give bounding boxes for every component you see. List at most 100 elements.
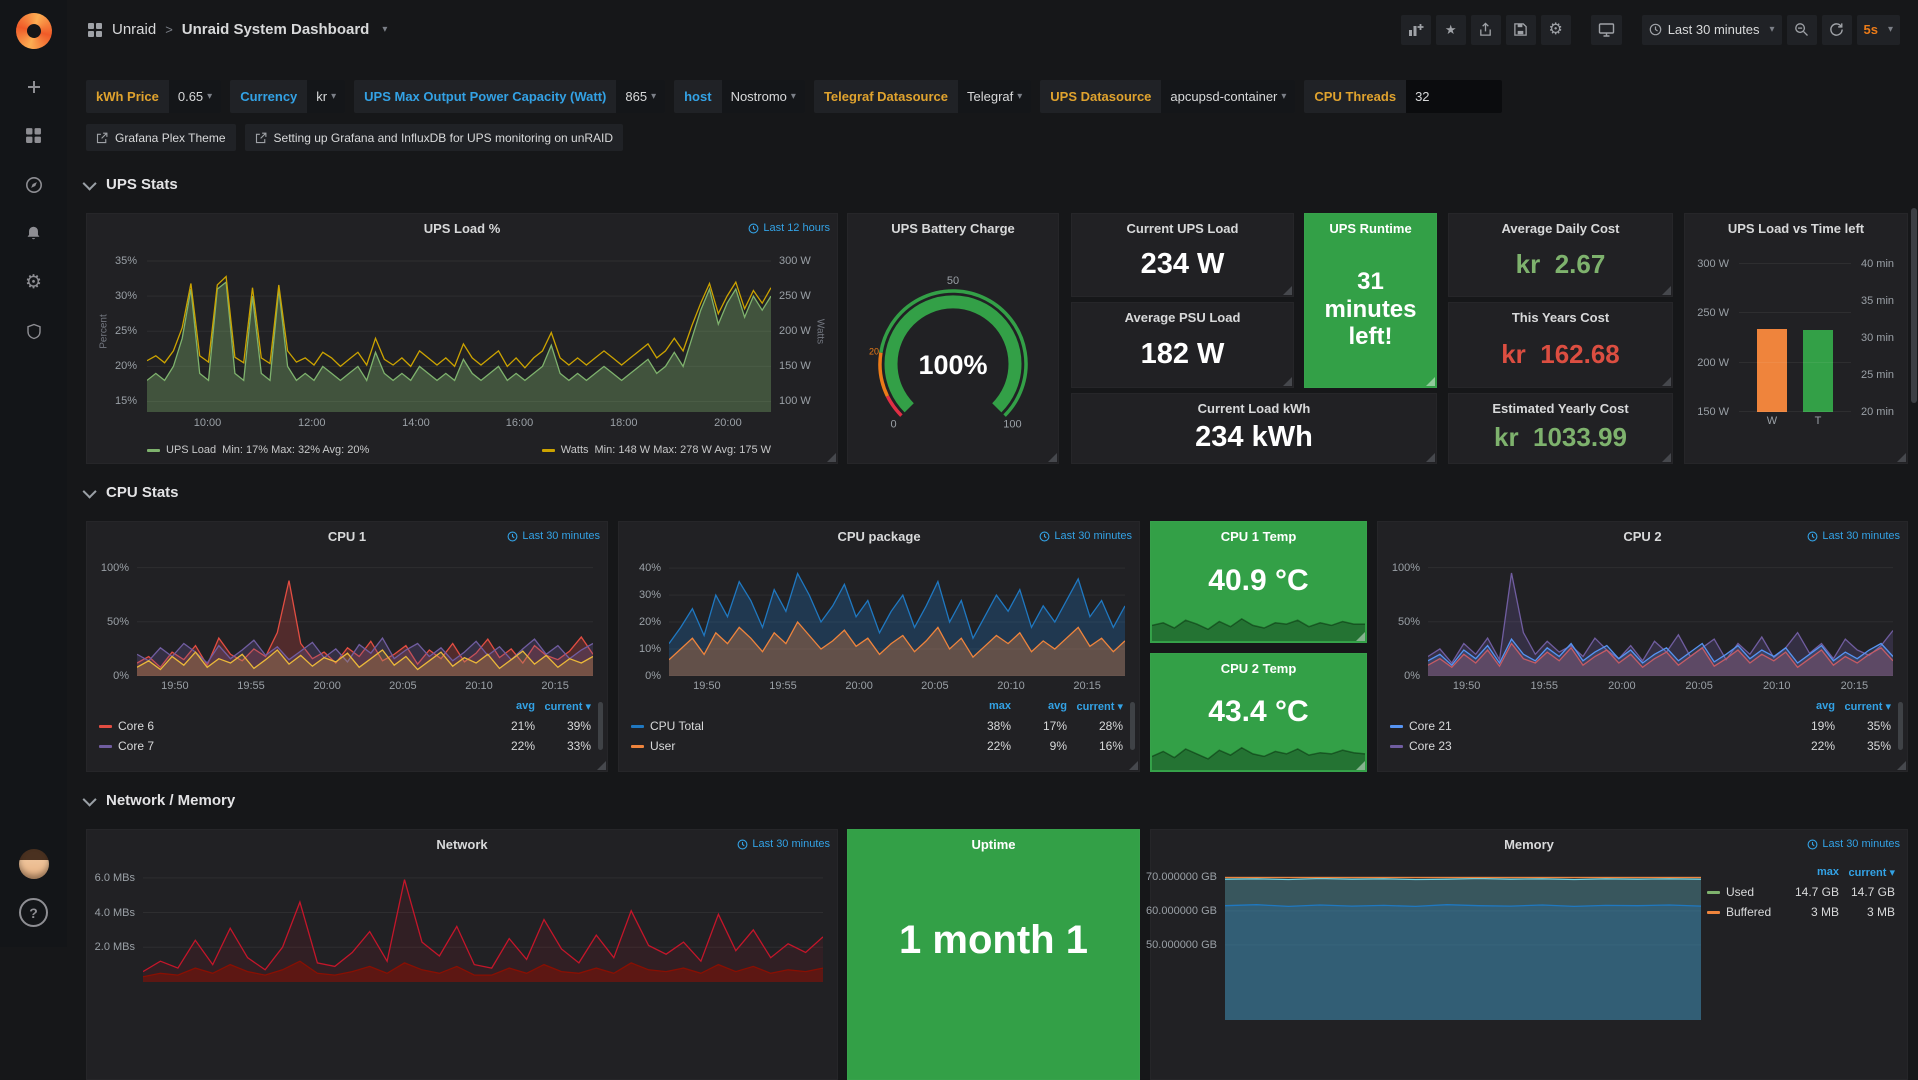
legend-item-ups-load[interactable]: UPS LoadMin: 17% Max: 32% Avg: 20%	[147, 444, 369, 456]
legend-series-cpu-total[interactable]: CPU Total	[631, 719, 955, 733]
dashboard-link[interactable]: Setting up Grafana and InfluxDB for UPS …	[245, 124, 624, 151]
legend-series-core-21[interactable]: Core 21	[1390, 719, 1779, 733]
panel-time-range[interactable]: Last 12 hours	[748, 222, 830, 234]
grafana-logo[interactable]	[0, 0, 67, 62]
resize-handle[interactable]	[1897, 453, 1906, 462]
legend-series-buffered[interactable]: Buffered	[1707, 905, 1783, 919]
resize-handle[interactable]	[597, 761, 606, 770]
legend-scrollbar[interactable]	[1898, 702, 1903, 750]
panel-time-range[interactable]: Last 30 minutes	[507, 530, 600, 542]
legend-series-user[interactable]: User	[631, 739, 955, 753]
user-avatar[interactable]	[0, 839, 67, 888]
bar-W[interactable]	[1757, 329, 1787, 412]
panel-title[interactable]: CPU 1 Temp	[1181, 529, 1336, 544]
panel-title[interactable]: Current Load kWh	[1102, 401, 1406, 416]
panel-time-range[interactable]: Last 30 minutes	[737, 838, 830, 850]
legend-sort-max[interactable]: max	[955, 700, 1011, 713]
page-scrollbar[interactable]	[1911, 208, 1917, 403]
variable-value[interactable]: 0.65▾	[169, 80, 221, 113]
refresh-button[interactable]	[1822, 15, 1852, 45]
legend-item-watts[interactable]: WattsMin: 148 W Max: 278 W Avg: 175 W	[542, 444, 771, 456]
sidebar-item-server-admin[interactable]	[0, 307, 67, 356]
resize-handle[interactable]	[1129, 761, 1138, 770]
section-cpu-stats[interactable]: CPU Stats	[86, 484, 179, 501]
panel-time-range[interactable]: Last 30 minutes	[1039, 530, 1132, 542]
resize-handle[interactable]	[1283, 377, 1292, 386]
sidebar-item-configuration[interactable]: ⚙	[0, 258, 67, 307]
panel-title[interactable]: Uptime	[878, 837, 1109, 852]
create-icon[interactable]	[0, 62, 67, 111]
legend-sort-current[interactable]: current ▾	[1067, 700, 1123, 713]
variable-host[interactable]: hostNostromo▾	[674, 80, 805, 113]
resize-handle[interactable]	[1662, 286, 1671, 295]
chart-plot[interactable]	[1225, 870, 1701, 1020]
panel-title[interactable]: UPS Load %	[117, 221, 807, 236]
variable-value[interactable]: apcupsd-container▾	[1161, 80, 1295, 113]
sidebar-item-alerting[interactable]	[0, 209, 67, 258]
legend-sort-avg[interactable]: avg	[479, 700, 535, 713]
variable-value[interactable]: 865▾	[616, 80, 665, 113]
gauge[interactable]: 05010020100%	[849, 246, 1057, 433]
variable-currency[interactable]: Currencykr▾	[230, 80, 345, 113]
resize-handle[interactable]	[1897, 761, 1906, 770]
sidebar-item-explore[interactable]	[0, 160, 67, 209]
resize-handle[interactable]	[1426, 453, 1435, 462]
chart-plot[interactable]	[137, 560, 593, 676]
legend-sort-avg[interactable]: avg	[1011, 700, 1067, 713]
legend-sort-max[interactable]: max	[1783, 866, 1839, 879]
panel-time-range[interactable]: Last 30 minutes	[1807, 530, 1900, 542]
legend-series-core-7[interactable]: Core 7	[99, 739, 479, 753]
breadcrumb-root[interactable]: Unraid	[112, 21, 156, 38]
panel-title[interactable]: UPS Load vs Time left	[1715, 221, 1877, 236]
variable-value[interactable]: Nostromo▾	[722, 80, 805, 113]
variable-ups-max-output-power-capacity-watt-[interactable]: UPS Max Output Power Capacity (Watt)865▾	[354, 80, 665, 113]
panel-title[interactable]: UPS Battery Charge	[878, 221, 1028, 236]
legend-sort-current[interactable]: current ▾	[535, 700, 591, 713]
sidebar-item-dashboards[interactable]	[0, 111, 67, 160]
legend-scrollbar[interactable]	[1130, 702, 1135, 750]
resize-handle[interactable]	[1662, 377, 1671, 386]
legend-series-core-6[interactable]: Core 6	[99, 719, 479, 733]
section-network-memory[interactable]: Network / Memory	[86, 792, 235, 809]
chevron-down-icon[interactable]: ▾	[382, 24, 387, 35]
legend-scrollbar[interactable]	[598, 702, 603, 750]
resize-handle[interactable]	[1048, 453, 1057, 462]
breadcrumb-current[interactable]: Unraid System Dashboard	[182, 21, 370, 38]
panel-title[interactable]: Current UPS Load	[1102, 221, 1263, 236]
resize-handle[interactable]	[1356, 632, 1365, 641]
variable-kwh-price[interactable]: kWh Price0.65▾	[86, 80, 221, 113]
time-range-picker[interactable]: Last 30 minutes ▾	[1642, 15, 1782, 45]
panel-title[interactable]: Estimated Yearly Cost	[1479, 401, 1642, 416]
panel-title[interactable]: Average Daily Cost	[1479, 221, 1642, 236]
legend-sort-avg[interactable]: avg	[1779, 700, 1835, 713]
resize-handle[interactable]	[1283, 286, 1292, 295]
legend-sort-current[interactable]: current ▾	[1835, 700, 1891, 713]
share-button[interactable]	[1471, 15, 1501, 45]
bar-chart-plot[interactable]	[1739, 254, 1851, 412]
dashboard-settings-button[interactable]: ⚙	[1541, 15, 1571, 45]
chart-plot[interactable]	[669, 560, 1125, 676]
panel-title[interactable]: CPU 2 Temp	[1181, 661, 1336, 676]
variable-value[interactable]: kr▾	[307, 80, 345, 113]
section-ups-stats[interactable]: UPS Stats	[86, 176, 178, 193]
variable-value[interactable]: Telegraf▾	[958, 80, 1031, 113]
variable-telegraf-datasource[interactable]: Telegraf DatasourceTelegraf▾	[814, 80, 1031, 113]
save-button[interactable]	[1506, 15, 1536, 45]
chart-plot[interactable]	[1428, 560, 1893, 676]
help-button[interactable]: ?	[0, 888, 67, 937]
chart-plot[interactable]	[143, 870, 823, 982]
legend-series-core-23[interactable]: Core 23	[1390, 739, 1779, 753]
resize-handle[interactable]	[827, 453, 836, 462]
panel-title[interactable]: UPS Runtime	[1311, 221, 1430, 236]
refresh-interval-dropdown[interactable]: 5s ▾	[1857, 15, 1901, 45]
bar-T[interactable]	[1803, 330, 1833, 412]
cycle-view-button[interactable]	[1591, 15, 1622, 45]
variable-cpu-threads[interactable]: CPU Threads32	[1304, 80, 1502, 113]
legend-series-used[interactable]: Used	[1707, 885, 1783, 899]
resize-handle[interactable]	[1426, 377, 1435, 386]
legend-sort-current[interactable]: current ▾	[1839, 866, 1895, 879]
panel-title[interactable]: Memory	[1181, 837, 1877, 852]
dashboard-link[interactable]: Grafana Plex Theme	[86, 124, 236, 151]
panel-time-range[interactable]: Last 30 minutes	[1807, 838, 1900, 850]
add-panel-button[interactable]	[1401, 15, 1431, 45]
